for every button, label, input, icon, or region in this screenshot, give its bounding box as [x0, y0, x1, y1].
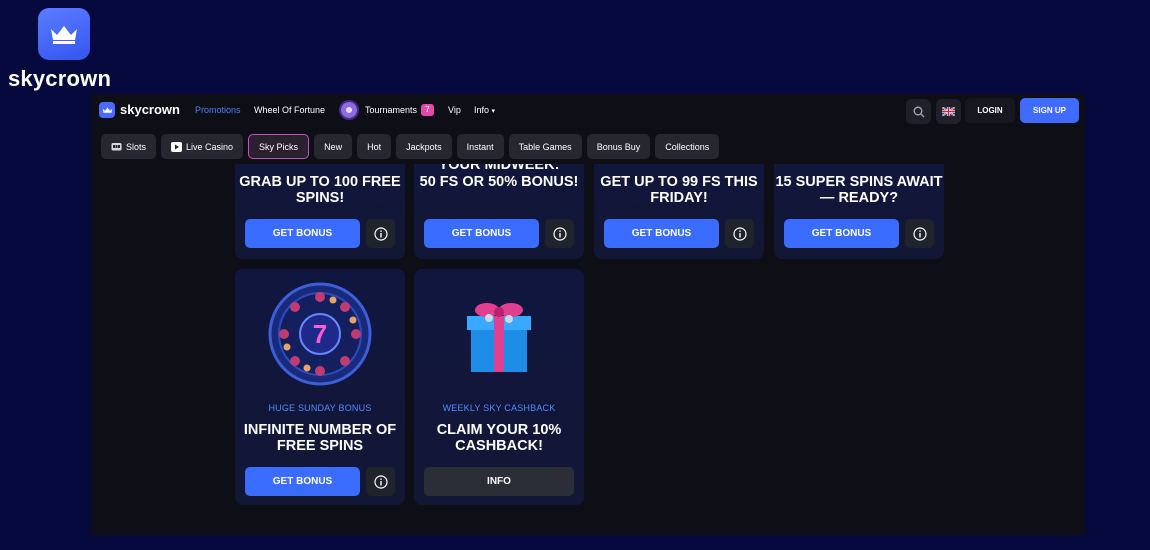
get-bonus-button[interactable]: GET BONUS [784, 219, 899, 248]
get-bonus-button[interactable]: GET BONUS [245, 219, 360, 248]
tab-table-games[interactable]: Table Games [508, 134, 582, 159]
info-icon [552, 226, 567, 241]
nav-vip[interactable]: Vip [448, 105, 461, 115]
nav-promotions[interactable]: Promotions [195, 105, 241, 115]
promo-card: GET UP TO 99 FS THIS FRIDAY! GET BONUS [594, 164, 764, 259]
info-icon [373, 226, 388, 241]
get-bonus-button[interactable]: GET BONUS [245, 467, 360, 496]
promo-card: 15 SUPER SPINS AWAIT — READY? GET BONUS [774, 164, 944, 259]
tab-label: Slots [126, 141, 147, 152]
category-tabs: Slots Live Casino Sky Picks New Hot Jack… [101, 134, 720, 159]
tab-bonus-buy[interactable]: Bonus Buy [586, 134, 651, 159]
tab-collections[interactable]: Collections [655, 134, 720, 159]
promo-subtitle: HUGE SUNDAY BONUS [268, 403, 372, 413]
search-icon [913, 106, 924, 117]
tab-new[interactable]: New [314, 134, 353, 159]
chevron-down-icon: ▾ [491, 108, 496, 115]
slot-machine-icon [111, 143, 122, 151]
wheel-of-fortune-icon[interactable] [339, 100, 359, 120]
promo-title: CLAIM YOUR 10% CASHBACK! [436, 422, 562, 454]
crown-icon[interactable] [99, 102, 115, 118]
tab-instant[interactable]: Instant [456, 134, 504, 159]
nav-tournaments[interactable]: Tournaments [365, 105, 417, 115]
info-button[interactable] [725, 219, 754, 248]
login-button[interactable]: LOGIN [965, 98, 1015, 123]
nav-info-label: Info [474, 105, 490, 115]
promotions-grid: GRAB UP TO 100 FREE SPINS! GET BONUS YOU… [91, 164, 1085, 535]
wheel-seven-text: 7 [313, 319, 327, 349]
tab-sky-picks[interactable]: Sky Picks [248, 134, 310, 159]
promo-title: INFINITE NUMBER OF FREE SPINS [243, 422, 397, 454]
play-icon [171, 141, 183, 152]
top-navigation: skycrown Promotions Wheel Of Fortune Tou… [91, 94, 1085, 128]
info-button[interactable] [545, 219, 574, 248]
logo-text[interactable]: skycrown [120, 102, 180, 117]
uk-flag-icon [942, 107, 955, 116]
promo-title: 15 SUPER SPINS AWAIT — READY? [775, 174, 943, 206]
promo-card: YOUR MIDWEEK: 50 FS OR 50% BONUS! GET BO… [414, 164, 584, 259]
info-button[interactable] [366, 467, 395, 496]
crown-logo-icon [38, 8, 90, 60]
gift-box-icon [414, 269, 584, 399]
casino-app: skycrown Promotions Wheel Of Fortune Tou… [91, 94, 1085, 535]
signup-button[interactable]: SIGN UP [1020, 98, 1079, 123]
promo-title-top: YOUR MIDWEEK: [438, 164, 560, 173]
promo-subtitle: WEEKLY SKY CASHBACK [442, 403, 556, 413]
search-button[interactable] [906, 99, 931, 124]
tab-live-casino[interactable]: Live Casino [161, 134, 244, 159]
brand-name: skycrown [8, 66, 112, 91]
promo-title: GET UP TO 99 FS THIS FRIDAY! [600, 174, 758, 206]
info-icon [912, 226, 927, 241]
wheel-seven-icon: 7 [235, 269, 405, 399]
info-button[interactable] [366, 219, 395, 248]
nav-wheel-of-fortune[interactable]: Wheel Of Fortune [254, 105, 325, 115]
language-button[interactable] [936, 99, 961, 124]
info-icon [373, 474, 388, 489]
promo-card: WEEKLY SKY CASHBACK CLAIM YOUR 10% CASHB… [414, 269, 584, 505]
tab-slots[interactable]: Slots [101, 134, 157, 159]
tab-hot[interactable]: Hot [357, 134, 392, 159]
promo-title: 50 FS OR 50% BONUS! [419, 174, 579, 190]
nav-info[interactable]: Info ▾ [474, 105, 495, 115]
get-bonus-button[interactable]: GET BONUS [604, 219, 719, 248]
info-icon [732, 226, 747, 241]
get-bonus-button[interactable]: GET BONUS [424, 219, 539, 248]
info-button[interactable] [905, 219, 934, 248]
promo-card: GRAB UP TO 100 FREE SPINS! GET BONUS [235, 164, 405, 259]
tab-label: Live Casino [186, 141, 234, 152]
tournaments-count-badge: 7 [421, 104, 434, 116]
promo-card: 7 HUGE SUNDAY BONUS INFINITE NUMBER OF F… [235, 269, 405, 505]
info-action-button[interactable]: INFO [424, 467, 574, 496]
promo-title: GRAB UP TO 100 FREE SPINS! [239, 174, 401, 206]
brand: skycrown [8, 8, 124, 92]
tab-jackpots[interactable]: Jackpots [396, 134, 452, 159]
